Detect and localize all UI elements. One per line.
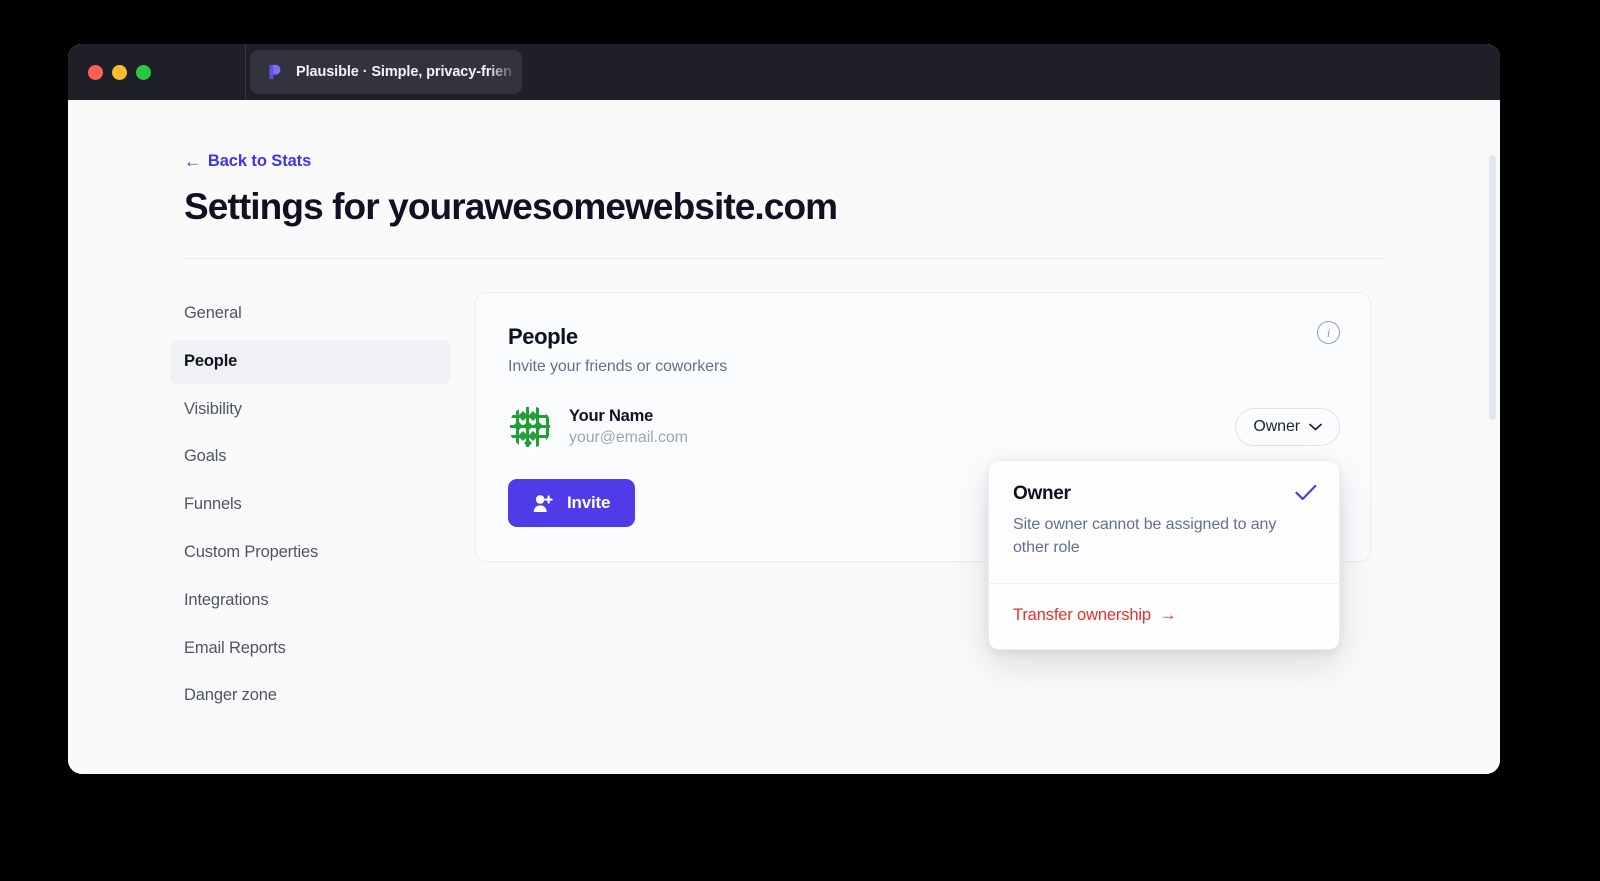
sidebar-item-goals[interactable]: Goals [170, 435, 451, 479]
user-plus-icon [533, 494, 553, 512]
invite-button-label: Invite [567, 493, 611, 512]
page-scrollbar-track[interactable] [1486, 100, 1500, 774]
info-icon[interactable]: i [1317, 321, 1340, 344]
tab-strip: Plausible · Simple, privacy-frien [246, 44, 1500, 100]
browser-tab-plausible[interactable]: Plausible · Simple, privacy-frien [250, 50, 522, 94]
sidebar-item-label: Custom Properties [184, 542, 319, 561]
maximize-window-button[interactable] [136, 64, 151, 80]
dropdown-option-description: Site owner cannot be assigned to any oth… [1013, 516, 1277, 556]
invite-button[interactable]: Invite [508, 479, 636, 527]
sidebar-item-label: Danger zone [184, 686, 277, 705]
identicon-avatar [508, 405, 552, 449]
dropdown-option-owner[interactable]: Owner Site owner cannot be assigned to a… [989, 461, 1339, 583]
back-to-stats-link[interactable]: ← Back to Stats [184, 152, 311, 171]
settings-page: ← Back to Stats Settings for yourawesome… [68, 100, 1500, 718]
role-select-button[interactable]: Owner [1235, 408, 1340, 446]
settings-layout: General People Visibility Goals Funnels [170, 292, 1384, 718]
page-title: Settings for yourawesomewebsite.com [184, 186, 838, 227]
arrow-right-icon: → [1159, 606, 1177, 625]
sidebar-item-funnels[interactable]: Funnels [170, 483, 451, 527]
sidebar-item-visibility[interactable]: Visibility [170, 388, 451, 432]
content-container: ← Back to Stats Settings for yourawesome… [170, 152, 1384, 718]
sidebar-item-label: Visibility [184, 399, 242, 418]
sidebar-item-label: Funnels [184, 495, 242, 514]
member-email: your@email.com [569, 429, 688, 446]
plausible-logo-icon [269, 64, 281, 80]
traffic-light-group [68, 44, 246, 100]
settings-sidebar: General People Visibility Goals Funnels [170, 292, 451, 718]
browser-titlebar: Plausible · Simple, privacy-frien [68, 44, 1500, 100]
check-icon [1295, 484, 1317, 501]
browser-window: Plausible · Simple, privacy-frien ← Back… [68, 44, 1500, 774]
info-icon-glyph: i [1326, 324, 1331, 340]
arrow-left-icon: ← [184, 152, 201, 171]
sidebar-item-email-reports[interactable]: Email Reports [170, 627, 451, 671]
page-scrollbar-thumb[interactable] [1489, 155, 1496, 420]
sidebar-item-label: Email Reports [184, 638, 286, 657]
sidebar-item-general[interactable]: General [170, 292, 451, 336]
minimize-window-button[interactable] [112, 64, 127, 80]
header-divider [184, 258, 1384, 259]
sidebar-item-label: Integrations [184, 590, 269, 609]
close-window-button[interactable] [88, 64, 103, 80]
transfer-ownership-label: Transfer ownership [1013, 606, 1151, 625]
dropdown-transfer-ownership-item[interactable]: Transfer ownership → [989, 584, 1339, 649]
people-card-subtitle: Invite your friends or coworkers [508, 358, 728, 375]
browser-tab-title: Plausible · Simple, privacy-frien [296, 64, 512, 80]
settings-main: i People Invite your friends or coworker… [475, 292, 1384, 718]
member-row: Your Name your@email.com Owner [508, 403, 1340, 451]
sidebar-item-danger-zone[interactable]: Danger zone [170, 674, 451, 718]
member-info: Your Name your@email.com [569, 407, 688, 447]
sidebar-item-label: General [184, 304, 242, 322]
sidebar-item-custom-properties[interactable]: Custom Properties [170, 531, 451, 575]
sidebar-item-label: People [184, 351, 238, 370]
sidebar-item-integrations[interactable]: Integrations [170, 579, 451, 623]
sidebar-item-people[interactable]: People [170, 339, 451, 384]
back-to-stats-label: Back to Stats [207, 152, 312, 170]
avatar-identicon-svg [509, 406, 551, 448]
sidebar-item-label: Goals [184, 447, 227, 466]
transfer-ownership-link[interactable]: Transfer ownership → [1013, 606, 1176, 625]
dropdown-option-title: Owner [1013, 483, 1071, 504]
people-card-title: People [508, 324, 578, 349]
chevron-down-icon [1309, 423, 1322, 431]
role-select-label: Owner [1253, 418, 1300, 435]
member-name: Your Name [569, 407, 654, 425]
role-dropdown-menu: Owner Site owner cannot be assigned to a… [988, 460, 1340, 651]
page-viewport: ← Back to Stats Settings for yourawesome… [68, 100, 1500, 774]
